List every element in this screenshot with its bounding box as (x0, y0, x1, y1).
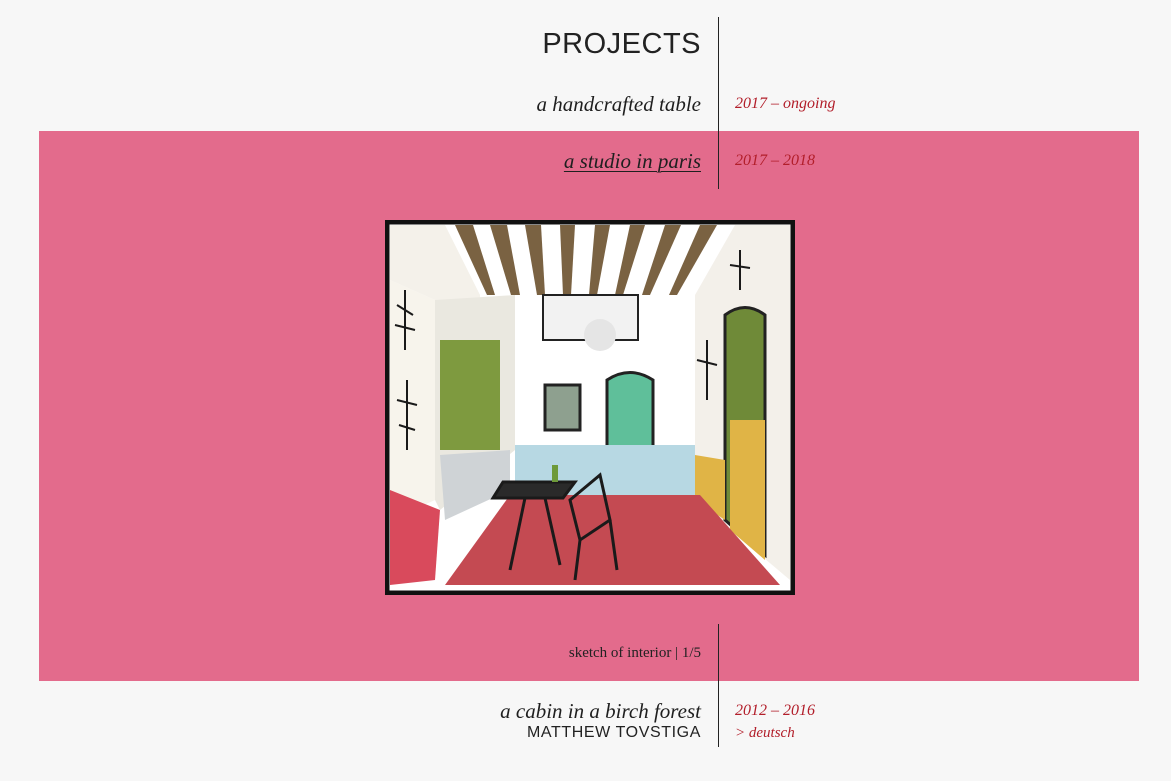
divider-line-middle (718, 131, 719, 189)
divider-line-bottom (718, 681, 719, 747)
project-link-handcrafted-table[interactable]: a handcrafted table (537, 92, 701, 117)
project-date-studio-paris: 2017 – 2018 (735, 152, 815, 169)
author-name[interactable]: MATTHEW TOVSTIGA (527, 724, 701, 742)
sketch-image[interactable] (385, 220, 795, 595)
image-caption: sketch of interior | 1/5 (568, 645, 701, 661)
page-title: PROJECTS (542, 28, 701, 60)
project-date-birch-cabin: 2012 – 2016 (735, 702, 815, 719)
ceiling-beams (445, 225, 735, 295)
green-wall-left (440, 340, 500, 450)
project-link-studio-paris[interactable]: a studio in paris (564, 149, 701, 174)
divider-line-caption (718, 624, 719, 681)
language-switch-link[interactable]: > deutsch (735, 725, 795, 742)
ceiling-lamp (584, 319, 616, 351)
project-date-handcrafted-table: 2017 – ongoing (735, 95, 836, 112)
project-link-birch-cabin[interactable]: a cabin in a birch forest (500, 699, 701, 724)
